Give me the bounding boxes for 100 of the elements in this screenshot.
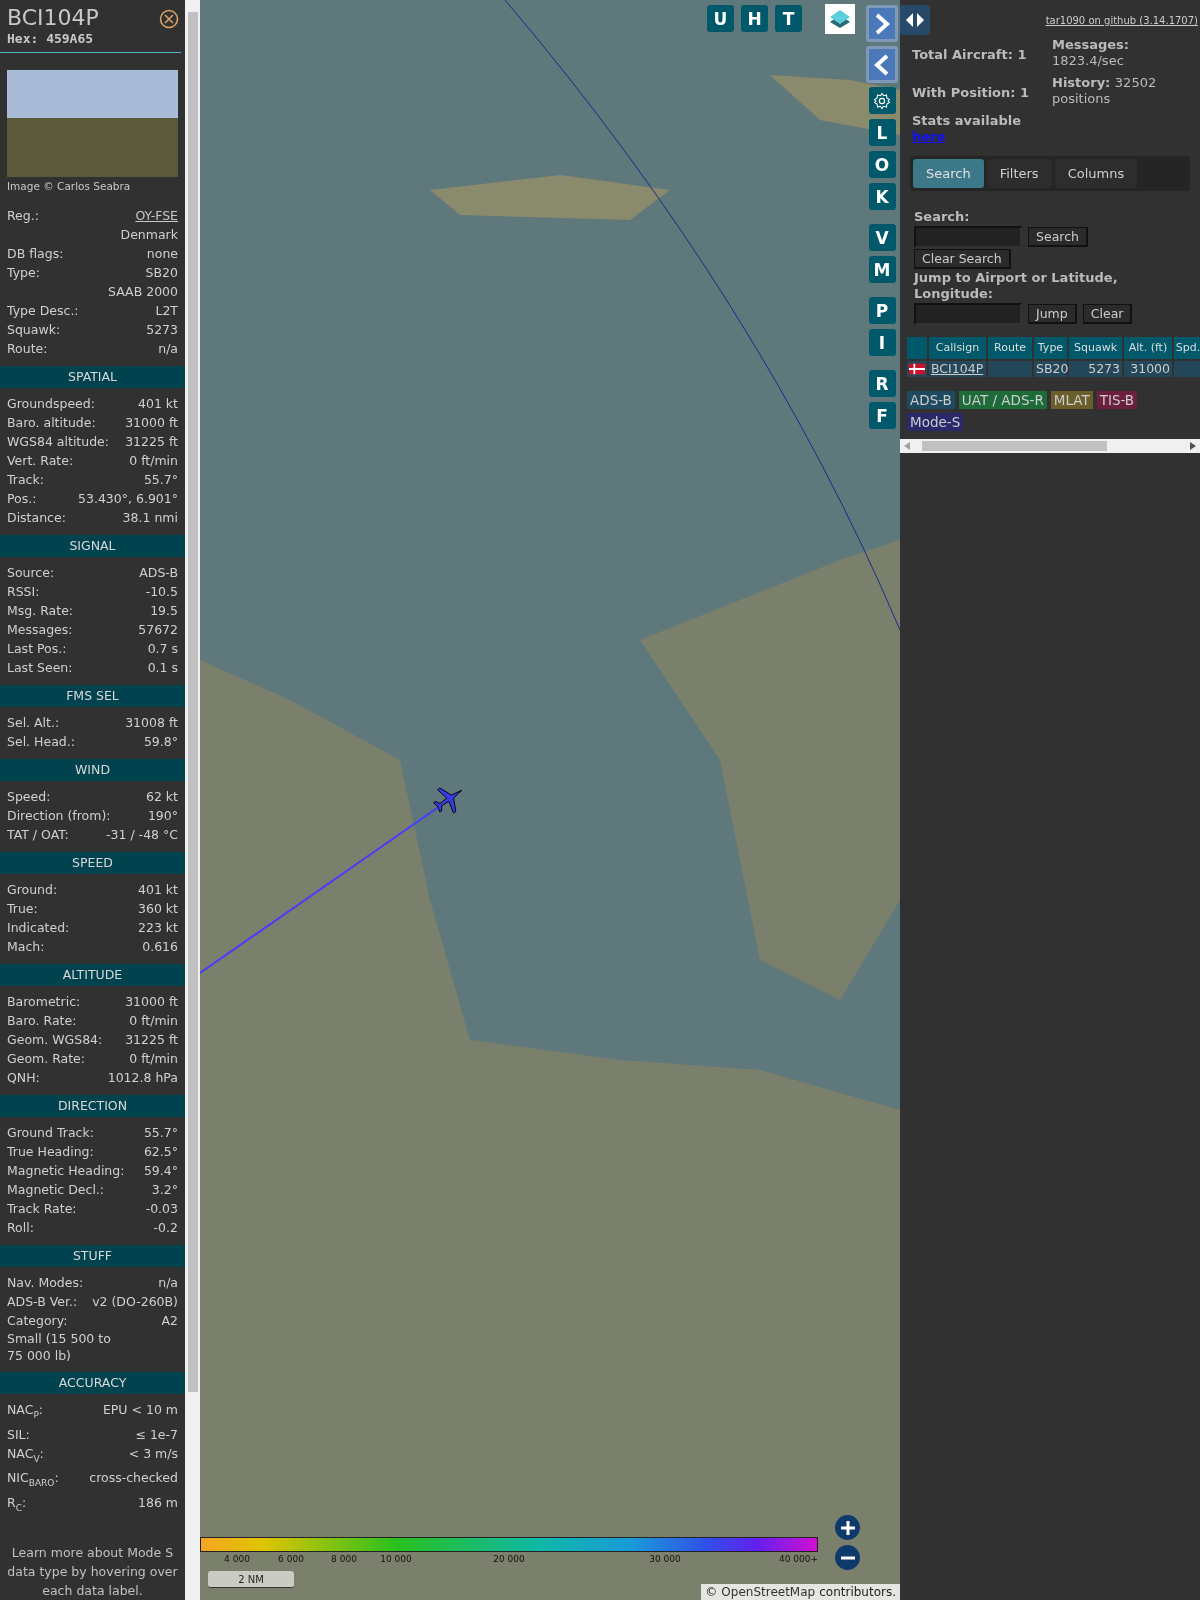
distance-scale: 2 NM <box>208 1571 294 1588</box>
scroll-right-icon[interactable] <box>1190 442 1196 450</box>
tab[interactable]: Columns <box>1054 159 1138 188</box>
field-value: 5273 <box>146 321 178 339</box>
field-label: Magnetic Decl.: <box>7 1181 105 1199</box>
field-label: NIC$_{BARO}$: <box>7 1469 59 1490</box>
field-value: SAAB 2000 <box>108 283 178 301</box>
field-value: 19.5 <box>150 602 178 620</box>
field-value: 55.7° <box>143 471 178 489</box>
field-label: Direction (from): <box>7 807 111 825</box>
close-icon[interactable] <box>159 9 179 29</box>
column-header[interactable]: Spd. <box>1174 337 1200 359</box>
clear-search-button[interactable]: Clear Search <box>914 249 1011 269</box>
map-toggle-button[interactable]: U <box>707 5 734 32</box>
map-toggle-button[interactable]: T <box>775 5 802 32</box>
settings-icon <box>873 91 891 110</box>
plus-icon <box>839 1519 856 1536</box>
registration-link[interactable]: OY-FSE <box>135 206 178 225</box>
field-value: 1012.8 hPa <box>107 1069 178 1087</box>
layers-button[interactable] <box>825 4 855 34</box>
map-toggle-button[interactable]: F <box>868 402 896 429</box>
layers-icon <box>828 7 852 31</box>
altitude-scale-label: 40 000+ <box>778 1554 818 1564</box>
map-toggle-button[interactable]: V <box>868 224 896 251</box>
search-field[interactable] <box>914 226 1022 248</box>
openstreetmap-link[interactable]: OpenStreetMap <box>721 1585 816 1599</box>
scroll-left-icon[interactable] <box>904 442 910 450</box>
messages-stat: Messages: 1823.4/sec <box>1052 37 1131 69</box>
map-toggle-button[interactable]: O <box>868 151 896 178</box>
field-value: 57672 <box>138 621 178 639</box>
with-position: With Position: 1 <box>912 85 1031 102</box>
collapse-button[interactable] <box>866 46 898 83</box>
column-header <box>907 337 927 359</box>
altitude-scale-label: 10 000 <box>380 1554 412 1564</box>
scrollbar[interactable] <box>185 0 200 1600</box>
field-value: 0 ft/min <box>129 1012 178 1030</box>
version-link[interactable]: tar1090 on github (3.14.1707) <box>1045 15 1198 26</box>
map-toggle-button[interactable]: L <box>868 119 896 146</box>
field-value: 0.7 s <box>147 640 178 658</box>
section-header: SPEED <box>0 852 185 874</box>
map-view[interactable]: U H T L O K V M P I R F 4 000 6 000 8 000 10 000 20 000 30 000 40 000+ 2 NM © OpenStreetMap contributors. <box>200 0 900 1600</box>
jump-button[interactable]: Jump <box>1028 304 1077 324</box>
field-label: Baro. Rate: <box>7 1012 77 1030</box>
copyright-symbol: © <box>705 1585 718 1599</box>
clear-button[interactable]: Clear <box>1082 304 1133 324</box>
column-header[interactable]: Route <box>988 337 1032 359</box>
help-note: Learn more about Mode S data type by hovering over each data label. <box>6 1544 179 1600</box>
field-value: 62 kt <box>145 788 178 806</box>
jump-label: Jump to Airport or Latitude, Longitude: <box>914 270 1119 302</box>
map-toggle-button[interactable]: K <box>868 183 896 210</box>
search-button[interactable]: Search <box>1028 227 1088 247</box>
source-legend-tag: Mode-S <box>907 413 964 431</box>
expand-button[interactable] <box>866 5 898 42</box>
callsign-link[interactable]: BCI104P <box>931 361 984 376</box>
field-label: Messages: <box>7 621 73 639</box>
tab[interactable]: Filters <box>986 159 1052 188</box>
field-label: Source: <box>7 564 55 582</box>
category-description: Small (15 500 to 75 000 lb) <box>6 1330 112 1364</box>
field-value: 38.1 nmi <box>122 509 178 527</box>
settings-button[interactable] <box>868 87 896 114</box>
map-toggle-button[interactable]: R <box>868 370 896 397</box>
field-label: WGS84 altitude: <box>7 433 110 451</box>
field-value: A2 <box>161 1312 178 1330</box>
section-header: WIND <box>0 759 185 781</box>
column-header[interactable]: Squawk <box>1069 337 1122 359</box>
field-value: -10.5 <box>145 583 178 601</box>
field-value: 223 kt <box>138 919 178 937</box>
attribution-text: contributors. <box>819 1585 896 1599</box>
table-cell <box>1174 361 1200 377</box>
field-value: 31225 ft <box>125 433 178 451</box>
field-value: v2 (DO-260B) <box>92 1293 178 1311</box>
panel-toggle-button[interactable] <box>900 5 930 35</box>
photo-credit: Image © Carlos Seabra <box>6 179 132 194</box>
hex-code: Hex: 459A65 <box>7 31 95 46</box>
field-value: EPU < 10 m <box>102 1401 178 1419</box>
scrollbar[interactable] <box>900 439 1200 453</box>
map-toggle-button[interactable]: M <box>868 256 896 283</box>
map-toggle-button[interactable]: H <box>741 5 768 32</box>
column-header[interactable]: Alt. (ft) <box>1124 337 1172 359</box>
table-cell <box>988 361 1032 377</box>
field-value: Denmark <box>120 226 178 244</box>
map-toggle-button[interactable]: I <box>868 329 896 356</box>
section-header: ALTITUDE <box>0 964 185 986</box>
jump-field[interactable] <box>914 303 1022 325</box>
tab[interactable]: Search <box>913 159 984 188</box>
chevron-left-icon <box>874 53 890 76</box>
field-value: n/a <box>158 1274 178 1292</box>
field-label: Category: <box>7 1312 68 1330</box>
field-value: 53.430°, 6.901° <box>78 490 178 508</box>
field-label: Type Desc.: <box>7 302 79 320</box>
field-value: 31000 ft <box>125 414 178 432</box>
column-header[interactable]: Type <box>1034 337 1067 359</box>
field-value: 401 kt <box>138 395 178 413</box>
field-label: True: <box>7 900 38 918</box>
map-toggle-button[interactable]: P <box>868 297 896 324</box>
section-header: FMS SEL <box>0 685 185 707</box>
field-value: 59.4° <box>143 1162 178 1180</box>
section-header: DIRECTION <box>0 1095 185 1117</box>
source-legend-tag: MLAT <box>1050 391 1093 409</box>
column-header[interactable]: Callsign <box>929 337 986 359</box>
